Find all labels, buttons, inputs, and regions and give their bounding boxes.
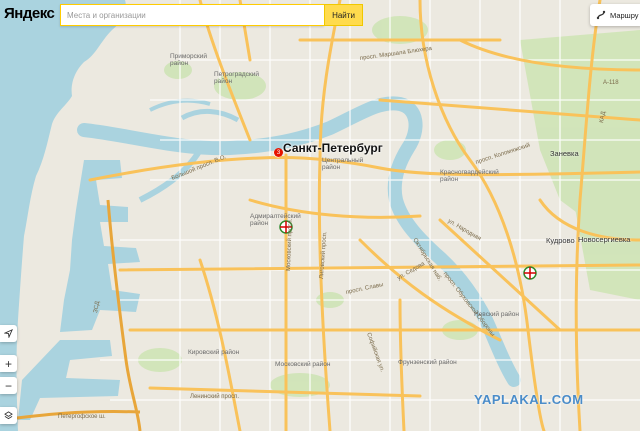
layers-button[interactable]	[0, 407, 17, 424]
locate-button[interactable]	[0, 325, 17, 342]
route-icon	[596, 10, 606, 20]
route-label: Маршру	[610, 10, 639, 20]
route-button[interactable]: Маршру	[590, 4, 640, 26]
district-moskovsky: Московский район	[275, 361, 331, 368]
locate-icon	[4, 329, 13, 338]
district-central: Центральный район	[322, 157, 364, 171]
watermark: YAPLAKAL.COM	[474, 392, 584, 407]
layers-icon	[4, 411, 13, 420]
town-kudrovo: Кудрово	[546, 236, 575, 245]
city-label: Санкт-Петербург	[283, 141, 383, 155]
district-kirovsky: Кировский район	[188, 349, 240, 356]
town-novosaratovka: Новосергиевка	[578, 235, 631, 244]
district-krasnogvardeysky: Красногвардейский район	[440, 169, 499, 183]
metro-line-badge: 3	[274, 148, 283, 157]
search-button[interactable]: Найти	[324, 4, 363, 26]
district-petrogradsky: Петроградский район	[214, 71, 260, 85]
street-petergofskoe: Петергофское ш.	[58, 414, 106, 420]
search-input[interactable]	[61, 5, 324, 26]
district-frunzensky: Фрунзенский район	[398, 359, 457, 366]
yandex-logo[interactable]: Яндекс	[4, 5, 55, 22]
street-kad-number: А-118	[603, 80, 619, 86]
zoom-in-button[interactable]: +	[0, 355, 17, 372]
search-box[interactable]	[60, 4, 324, 26]
district-primorsky: Приморский район	[170, 53, 207, 67]
zoom-out-button[interactable]: −	[0, 377, 17, 394]
street-leninsky: Ленинский просп.	[190, 394, 240, 400]
logo-text: Яндекс	[4, 5, 55, 22]
town-zanevka: Заневка	[550, 149, 579, 158]
